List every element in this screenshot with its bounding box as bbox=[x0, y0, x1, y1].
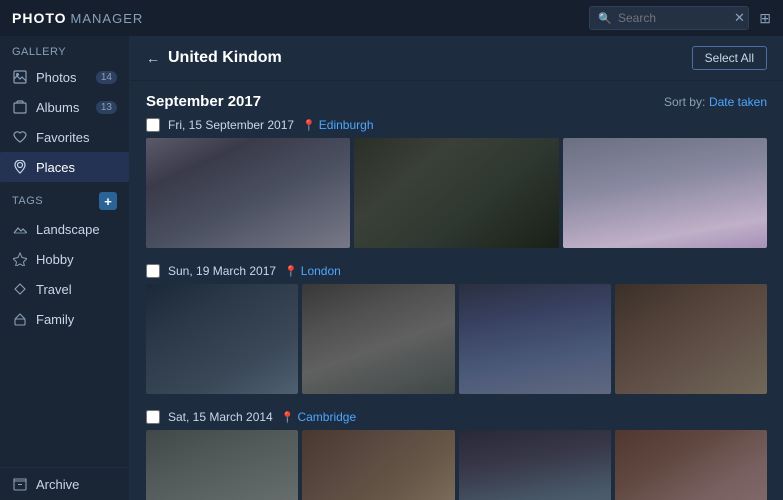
sidebar-item-places[interactable]: Places bbox=[0, 152, 129, 182]
sidebar-item-family[interactable]: Family bbox=[0, 304, 129, 334]
sidebar-item-landscape[interactable]: Landscape bbox=[0, 214, 129, 244]
photo-london-2[interactable] bbox=[302, 284, 454, 394]
photos-badge: 14 bbox=[96, 71, 117, 84]
landscape-icon bbox=[12, 221, 28, 237]
date-group-london: Sun, 19 March 2017 📍 London bbox=[146, 264, 767, 278]
edinburgh-date: Fri, 15 September 2017 bbox=[168, 118, 294, 132]
cambridge-location-label: Cambridge bbox=[297, 410, 356, 424]
content-body: September 2017 Sort by: Date taken Fri, … bbox=[130, 81, 783, 500]
date-group-cambridge: Sat, 15 March 2014 📍 Cambridge bbox=[146, 410, 767, 424]
section-header-september: September 2017 Sort by: Date taken bbox=[146, 93, 767, 110]
page-title: United Kindom bbox=[168, 49, 692, 67]
search-input[interactable] bbox=[618, 11, 728, 25]
photo-edinburgh-2[interactable] bbox=[354, 138, 558, 248]
archive-label: Archive bbox=[36, 477, 117, 492]
app-logo: PHOTO MANAGER bbox=[12, 10, 143, 26]
pin-icon-cambridge: 📍 bbox=[281, 411, 295, 424]
photo-london-1[interactable] bbox=[146, 284, 298, 394]
photo-cambridge-2[interactable] bbox=[302, 430, 454, 500]
places-icon bbox=[12, 159, 28, 175]
hobby-label: Hobby bbox=[36, 252, 117, 267]
photo-london-4[interactable] bbox=[615, 284, 767, 394]
photo-edinburgh-1[interactable] bbox=[146, 138, 350, 248]
cambridge-checkbox[interactable] bbox=[146, 410, 160, 424]
landscape-label: Landscape bbox=[36, 222, 117, 237]
favorites-label: Favorites bbox=[36, 130, 117, 145]
search-clear-icon[interactable]: ✕ bbox=[734, 10, 745, 26]
photos-icon bbox=[12, 69, 28, 85]
section-month: September 2017 bbox=[146, 93, 664, 110]
sort-label: Sort by: bbox=[664, 95, 705, 109]
back-button[interactable]: ← bbox=[146, 50, 160, 66]
archive-icon bbox=[12, 476, 28, 492]
london-checkbox[interactable] bbox=[146, 264, 160, 278]
photo-edinburgh-3[interactable] bbox=[563, 138, 767, 248]
main-layout: Gallery Photos 14 Albums 13 Favorites bbox=[0, 36, 783, 500]
search-box[interactable]: 🔍 ✕ bbox=[589, 6, 749, 30]
edinburgh-location-label: Edinburgh bbox=[319, 118, 374, 132]
london-photo-grid bbox=[146, 284, 767, 394]
sidebar-item-albums[interactable]: Albums 13 bbox=[0, 92, 129, 122]
favorites-icon bbox=[12, 129, 28, 145]
content-area: ← United Kindom Select All September 201… bbox=[130, 36, 783, 500]
family-icon bbox=[12, 311, 28, 327]
cambridge-location-link[interactable]: 📍 Cambridge bbox=[281, 410, 356, 424]
sidebar-item-favorites[interactable]: Favorites bbox=[0, 122, 129, 152]
sort-date-taken[interactable]: Date taken bbox=[709, 95, 767, 109]
london-date: Sun, 19 March 2017 bbox=[168, 264, 276, 278]
cambridge-photo-grid bbox=[146, 430, 767, 500]
photo-cambridge-1[interactable] bbox=[146, 430, 298, 500]
add-tag-button[interactable]: + bbox=[99, 192, 117, 210]
places-label: Places bbox=[36, 160, 117, 175]
sidebar-item-archive[interactable]: Archive bbox=[0, 467, 129, 500]
search-icon: 🔍 bbox=[598, 12, 612, 25]
albums-badge: 13 bbox=[96, 101, 117, 114]
photo-london-3[interactable] bbox=[459, 284, 611, 394]
edinburgh-location-link[interactable]: 📍 Edinburgh bbox=[302, 118, 373, 132]
travel-icon bbox=[12, 281, 28, 297]
travel-label: Travel bbox=[36, 282, 117, 297]
back-arrow-icon: ← bbox=[146, 50, 160, 66]
sidebar-item-photos[interactable]: Photos 14 bbox=[0, 62, 129, 92]
london-location-label: London bbox=[301, 264, 341, 278]
select-all-button[interactable]: Select All bbox=[692, 46, 767, 70]
sidebar-item-hobby[interactable]: Hobby bbox=[0, 244, 129, 274]
photo-cambridge-3[interactable] bbox=[459, 430, 611, 500]
logo-photo: PHOTO bbox=[12, 10, 67, 26]
pin-icon-edinburgh: 📍 bbox=[302, 119, 316, 132]
albums-label: Albums bbox=[36, 100, 88, 115]
photo-cambridge-4[interactable] bbox=[615, 430, 767, 500]
sidebar-item-travel[interactable]: Travel bbox=[0, 274, 129, 304]
topbar: PHOTO MANAGER 🔍 ✕ ⊞ bbox=[0, 0, 783, 36]
content-header: ← United Kindom Select All bbox=[130, 36, 783, 81]
date-group-edinburgh: Fri, 15 September 2017 📍 Edinburgh bbox=[146, 118, 767, 132]
tags-section-header: Tags + bbox=[0, 182, 129, 214]
grid-icon[interactable]: ⊞ bbox=[759, 10, 771, 27]
pin-icon-london: 📍 bbox=[284, 265, 298, 278]
logo-manager: MANAGER bbox=[71, 11, 144, 26]
sidebar: Gallery Photos 14 Albums 13 Favorites bbox=[0, 36, 130, 500]
edinburgh-checkbox[interactable] bbox=[146, 118, 160, 132]
family-label: Family bbox=[36, 312, 117, 327]
london-location-link[interactable]: 📍 London bbox=[284, 264, 341, 278]
edinburgh-photo-grid bbox=[146, 138, 767, 248]
albums-icon bbox=[12, 99, 28, 115]
hobby-icon bbox=[12, 251, 28, 267]
tags-label: Tags bbox=[12, 195, 99, 207]
photos-label: Photos bbox=[36, 70, 88, 85]
gallery-section-label: Gallery bbox=[0, 36, 129, 62]
cambridge-date: Sat, 15 March 2014 bbox=[168, 410, 273, 424]
